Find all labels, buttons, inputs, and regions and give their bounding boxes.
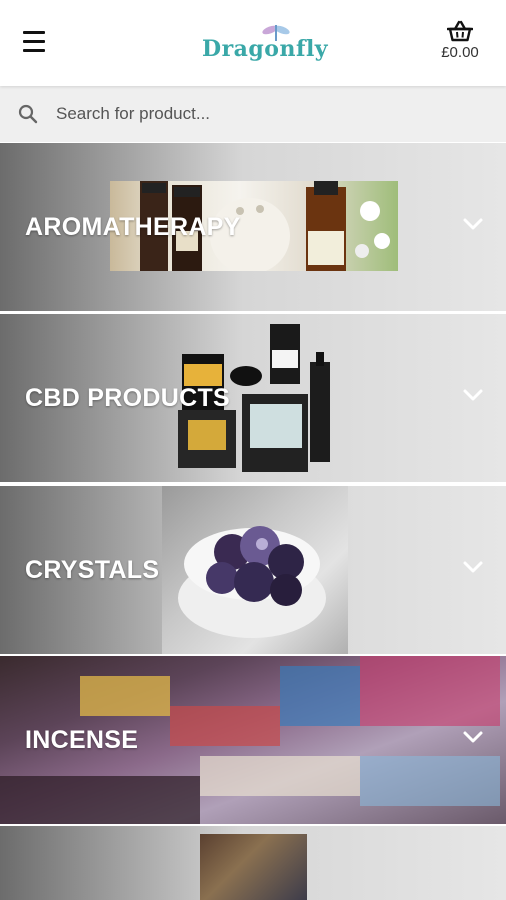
brand-name: Dragonfly <box>202 36 329 62</box>
basket-icon <box>447 20 473 42</box>
chevron-down-icon[interactable] <box>462 217 484 231</box>
category-crystals[interactable]: CRYSTALS <box>0 486 506 654</box>
category-incense[interactable]: INCENSE <box>0 656 506 824</box>
category-image <box>200 834 307 900</box>
category-image <box>162 486 348 654</box>
category-cbd-products[interactable]: CBD PRODUCTS <box>0 314 506 482</box>
chevron-down-icon[interactable] <box>462 560 484 574</box>
chevron-down-icon[interactable] <box>462 730 484 744</box>
search-input[interactable] <box>46 94 486 134</box>
category-label: INCENSE <box>25 726 139 754</box>
cart-total: £0.00 <box>441 44 479 61</box>
category-label: AROMATHERAPY <box>25 213 241 241</box>
app-header: Dragonfly £0.00 <box>0 0 506 86</box>
chevron-down-icon[interactable] <box>462 388 484 402</box>
cart-button[interactable]: £0.00 <box>430 20 490 68</box>
search-icon <box>18 104 38 124</box>
category-partial[interactable] <box>0 826 506 900</box>
menu-icon[interactable] <box>20 27 50 61</box>
search-bar <box>0 86 506 142</box>
brand-logo[interactable]: Dragonfly <box>180 22 330 66</box>
category-label: CRYSTALS <box>25 556 160 584</box>
category-aromatherapy[interactable]: AROMATHERAPY <box>0 143 506 311</box>
category-label: CBD PRODUCTS <box>25 384 230 412</box>
